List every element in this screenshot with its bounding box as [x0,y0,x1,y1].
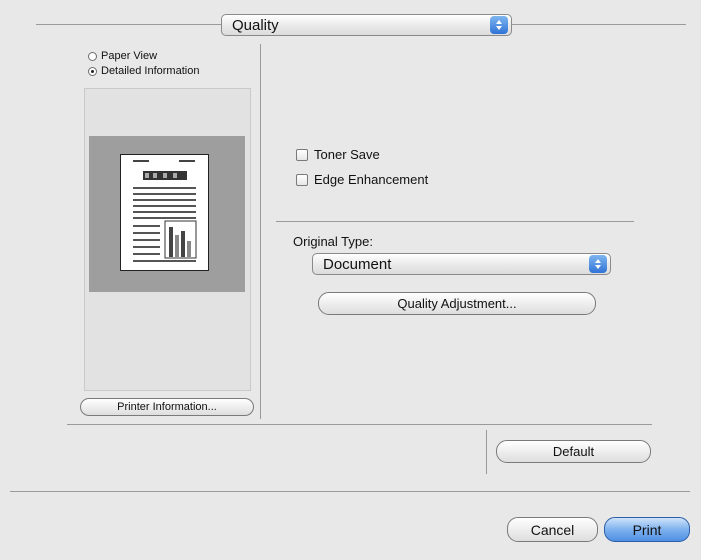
header-divider-right [512,24,686,25]
toner-save-check[interactable] [296,148,308,161]
page-thumbnail [120,154,209,271]
detailed-information-label: Detailed Information [101,65,200,77]
edge-enhancement-check[interactable] [296,173,308,186]
original-type-label: Original Type: [293,234,373,249]
original-type-value: Document [323,255,392,273]
default-divider [486,430,487,474]
edge-enhancement-label: Edge Enhancement [314,172,429,187]
default-button[interactable]: Default [496,440,651,463]
cancel-button[interactable]: Cancel [507,517,598,542]
original-type-arrows-icon [589,255,607,273]
default-label: Default [552,444,595,459]
dialog-bottom-divider [10,491,690,492]
print-label: Print [632,521,662,538]
options-divider [276,221,634,222]
toner-save-label: Toner Save [314,147,380,162]
detailed-information-radio[interactable]: Detailed Information [88,65,199,77]
panel-select-popup[interactable]: Quality [221,14,512,36]
quality-adjustment-label: Quality Adjustment... [397,296,517,311]
panel-select-label: Quality [232,16,279,34]
paper-view-radio-button[interactable] [88,51,97,61]
quality-adjustment-button[interactable]: Quality Adjustment... [318,292,596,315]
preview-settings-divider [260,44,261,419]
document-preview-icon [133,160,197,262]
print-button[interactable]: Print [604,517,690,542]
lower-divider [67,424,652,425]
edge-enhancement-checkbox[interactable]: Edge Enhancement [296,172,428,187]
printer-information-label: Printer Information... [117,401,217,413]
header-divider-left [36,24,221,25]
cancel-label: Cancel [530,521,575,538]
detailed-information-radio-button[interactable] [88,66,97,76]
paper-view-radio[interactable]: Paper View [88,50,157,62]
popup-arrows-icon [490,16,508,34]
printer-information-button[interactable]: Printer Information... [80,398,254,416]
toner-save-checkbox[interactable]: Toner Save [296,147,380,162]
paper-view-label: Paper View [101,50,158,62]
original-type-popup[interactable]: Document [312,253,611,275]
